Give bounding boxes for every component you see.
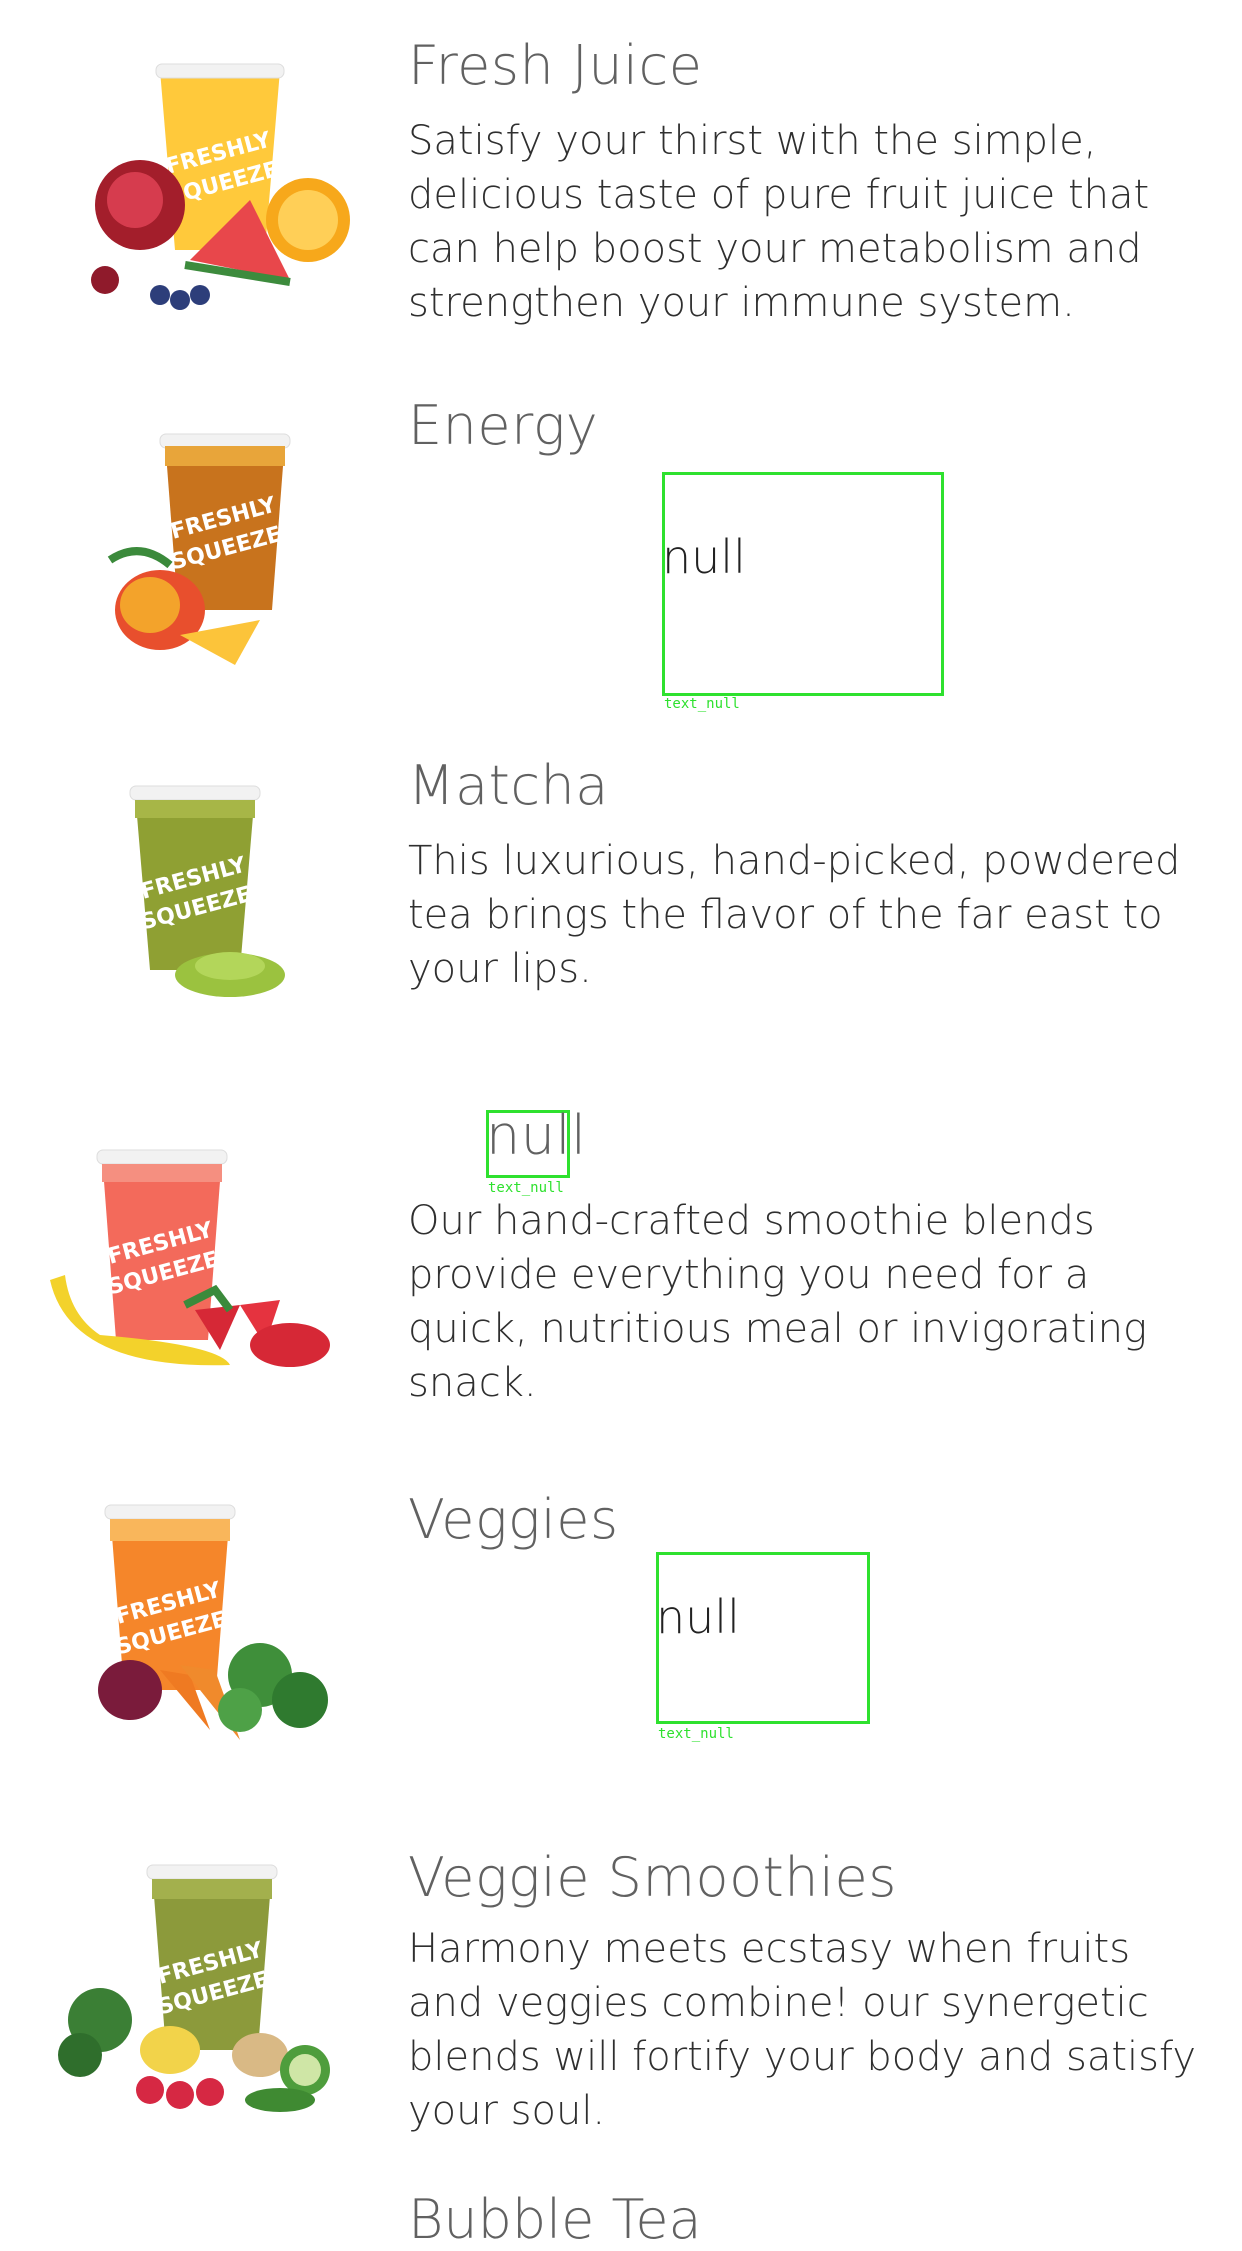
strawberry-banana-smoothie-icon: FRESHLY SQUEEZE	[40, 1140, 360, 1440]
item-description-null: null	[662, 530, 746, 584]
carrot-juice-icon: FRESHLY SQUEEZE	[40, 1500, 360, 1800]
juice-cup-with-fruits-icon: FRESHLY SQUEEZE	[40, 50, 360, 350]
item-title: Veggies	[408, 1488, 619, 1551]
item-description: Satisfy your thirst with the simple, del…	[408, 118, 1150, 326]
debug-caption: text_null	[664, 696, 740, 712]
item-description: Harmony meets ecstasy when fruits and ve…	[408, 1926, 1197, 2134]
item-description: This luxurious, hand-picked, powdered te…	[408, 838, 1181, 992]
menu-item-smoothies[interactable]: FRESHLY SQUEEZE null text_null Our hand-…	[0, 1080, 1242, 1460]
item-title-null: null	[486, 1104, 587, 1167]
item-title: Energy	[408, 394, 599, 457]
menu-item-fresh-juice[interactable]: FRESHLY SQUEEZE Fresh Juice Satisfy your…	[0, 0, 1242, 360]
item-description: Our hand-crafted smoothie blends provide…	[408, 1198, 1147, 1406]
menu-item-veggie-smoothies[interactable]: FRESHLY SQUEEZE Veggie Smoothies Harmony…	[0, 1820, 1242, 2180]
menu-item-matcha[interactable]: FRESHLY SQUEEZE Matcha This luxurious, h…	[0, 720, 1242, 1080]
matcha-drink-icon: FRESHLY SQUEEZE	[40, 770, 360, 1070]
item-title: Veggie Smoothies	[408, 1846, 897, 1909]
green-smoothie-icon: FRESHLY SQUEEZE	[40, 1860, 360, 2160]
debug-caption: text_null	[658, 1726, 734, 1742]
mango-drink-icon: FRESHLY SQUEEZE	[40, 410, 360, 710]
null-debug-box	[662, 472, 944, 696]
item-title: Fresh Juice	[408, 34, 703, 97]
item-title: Matcha	[408, 754, 609, 817]
menu-item-veggies[interactable]: FRESHLY SQUEEZE Veggies null text_null	[0, 1460, 1242, 1820]
menu-item-energy[interactable]: FRESHLY SQUEEZE Energy null text_null	[0, 360, 1242, 720]
next-item-title-partial: Bubble Tea	[408, 2188, 702, 2251]
item-description-null: null	[656, 1590, 740, 1644]
